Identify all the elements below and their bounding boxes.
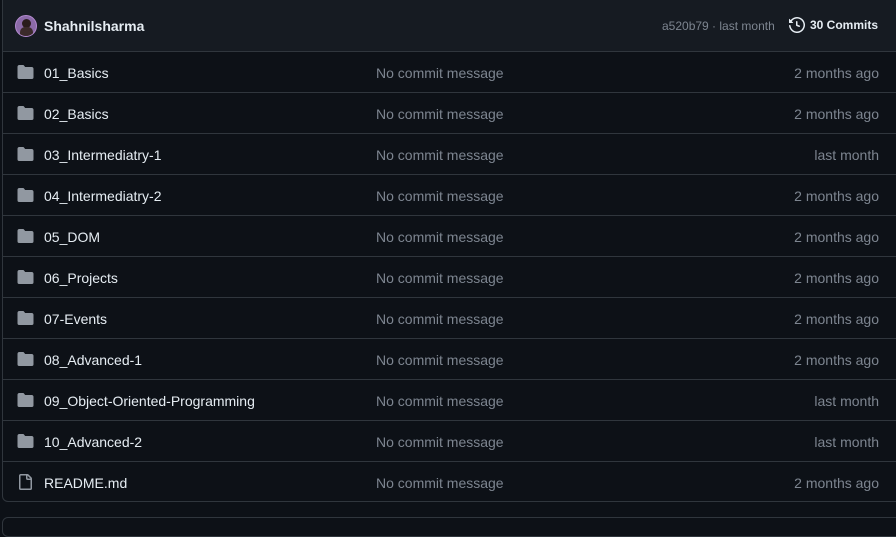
commit-message-link[interactable]: No commit message xyxy=(376,268,504,288)
file-browser: Shahnilsharma a520b79 · last month 30 Co… xyxy=(2,0,896,502)
file-name-link[interactable]: 04_Intermediatry-2 xyxy=(44,186,162,206)
commit-date: 2 months ago xyxy=(794,106,879,122)
folder-row[interactable]: 04_Intermediatry-2 No commit message 2 mon… xyxy=(3,175,896,216)
commits-history-link[interactable]: 30 Commits xyxy=(789,15,878,35)
commit-date: last month xyxy=(814,147,879,163)
folder-row[interactable]: 07-Events No commit message 2 months ago xyxy=(3,298,896,339)
folder-row[interactable]: 01_Basics No commit message 2 months ago xyxy=(3,52,896,93)
commit-date: last month xyxy=(814,434,879,450)
commit-message-link[interactable]: No commit message xyxy=(376,227,504,247)
history-icon xyxy=(789,17,805,33)
commit-message-link[interactable]: No commit message xyxy=(376,473,504,493)
folder-icon xyxy=(17,228,35,244)
folder-icon xyxy=(17,146,35,162)
commit-time: last month xyxy=(719,19,775,33)
file-row[interactable]: README.md No commit message 2 months ago xyxy=(3,462,896,501)
commit-message-link[interactable]: No commit message xyxy=(376,145,504,165)
commit-date: last month xyxy=(814,393,879,409)
file-name-link[interactable]: 03_Intermediatry-1 xyxy=(44,145,162,165)
folder-icon xyxy=(17,269,35,285)
folder-icon xyxy=(17,105,35,121)
commit-author[interactable]: Shahnilsharma xyxy=(44,17,144,35)
commit-message-link[interactable]: No commit message xyxy=(376,309,504,329)
commit-date: 2 months ago xyxy=(794,188,879,204)
file-name-link[interactable]: 09_Object-Oriented-Programming xyxy=(44,391,255,411)
commit-hash[interactable]: a520b79 xyxy=(662,19,709,33)
file-icon xyxy=(17,474,35,490)
commit-message-link[interactable]: No commit message xyxy=(376,391,504,411)
folder-row[interactable]: 10_Advanced-2 No commit message last month xyxy=(3,421,896,462)
folder-row[interactable]: 08_Advanced-1 No commit message 2 months a… xyxy=(3,339,896,380)
file-list: 01_Basics No commit message 2 months ago 02… xyxy=(3,52,896,501)
avatar[interactable] xyxy=(15,15,37,37)
folder-row[interactable]: 05_DOM No commit message 2 months ago xyxy=(3,216,896,257)
folder-row[interactable]: 09_Object-Oriented-Programming No commit … xyxy=(3,380,896,421)
folder-icon xyxy=(17,64,35,80)
file-name-link[interactable]: README.md xyxy=(44,473,127,493)
commits-count: 30 Commits xyxy=(810,18,879,32)
file-name-link[interactable]: 08_Advanced-1 xyxy=(44,350,142,370)
commit-date: 2 months ago xyxy=(794,475,879,491)
readme-panel xyxy=(2,517,896,537)
latest-commit-info[interactable]: a520b79 · last month xyxy=(662,17,775,35)
file-name-link[interactable]: 06_Projects xyxy=(44,268,118,288)
file-name-link[interactable]: 10_Advanced-2 xyxy=(44,432,142,452)
folder-row[interactable]: 02_Basics No commit message 2 months ago xyxy=(3,93,896,134)
file-name-link[interactable]: 05_DOM xyxy=(44,227,100,247)
folder-row[interactable]: 03_Intermediatry-1 No commit message last … xyxy=(3,134,896,175)
commit-separator: · xyxy=(708,19,720,33)
folder-icon xyxy=(17,310,35,326)
latest-commit-header: Shahnilsharma a520b79 · last month 30 Co… xyxy=(3,0,896,52)
commit-date: 2 months ago xyxy=(794,229,879,245)
commit-message-link[interactable]: No commit message xyxy=(376,350,504,370)
commit-date: 2 months ago xyxy=(794,311,879,327)
commit-message-link[interactable]: No commit message xyxy=(376,104,504,124)
folder-icon xyxy=(17,351,35,367)
commit-date: 2 months ago xyxy=(794,270,879,286)
commit-message-link[interactable]: No commit message xyxy=(376,432,504,452)
commit-message-link[interactable]: No commit message xyxy=(376,186,504,206)
file-name-link[interactable]: 02_Basics xyxy=(44,104,109,124)
commit-date: 2 months ago xyxy=(794,65,879,81)
file-name-link[interactable]: 07-Events xyxy=(44,309,107,329)
commit-date: 2 months ago xyxy=(794,352,879,368)
folder-row[interactable]: 06_Projects No commit message 2 months ago xyxy=(3,257,896,298)
commit-message-link[interactable]: No commit message xyxy=(376,63,504,83)
folder-icon xyxy=(17,187,35,203)
file-name-link[interactable]: 01_Basics xyxy=(44,63,109,83)
folder-icon xyxy=(17,392,35,408)
folder-icon xyxy=(17,433,35,449)
